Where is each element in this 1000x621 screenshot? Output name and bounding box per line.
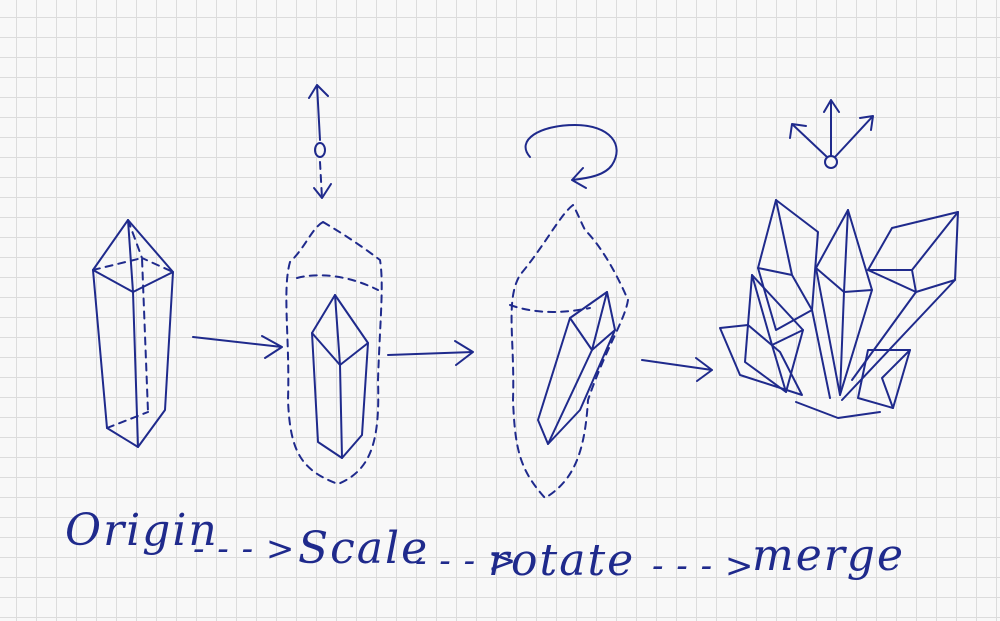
origin-crystal: [92, 219, 174, 448]
arrow-rotate-to-merge: [641, 357, 713, 382]
label-scale: Scale: [298, 523, 429, 574]
arrow-origin-to-scale: [192, 335, 283, 359]
caption-row: Origin - - - > Scale - - - > rotate - - …: [65, 505, 905, 586]
process-sketch: Origin - - - > Scale - - - > rotate - - …: [65, 84, 959, 586]
label-rotate: rotate: [488, 535, 635, 586]
rotate-inner-crystal: [537, 291, 616, 445]
label-merge: merge: [752, 530, 905, 581]
scale-gizmo: [308, 84, 332, 199]
dotted-arrow-3: - - - >: [652, 546, 754, 586]
graph-paper-sheet: Origin - - - > Scale - - - > rotate - - …: [0, 0, 1000, 621]
rotate-outer-outline: [509, 204, 629, 499]
scale-inner-crystal: [311, 294, 369, 459]
merge-crystal-cluster: [719, 199, 959, 419]
dotted-arrow-1: - - - >: [193, 529, 295, 569]
rotate-gizmo: [524, 124, 618, 189]
arrow-scale-to-rotate: [387, 340, 474, 366]
merge-gizmo: [789, 99, 874, 169]
